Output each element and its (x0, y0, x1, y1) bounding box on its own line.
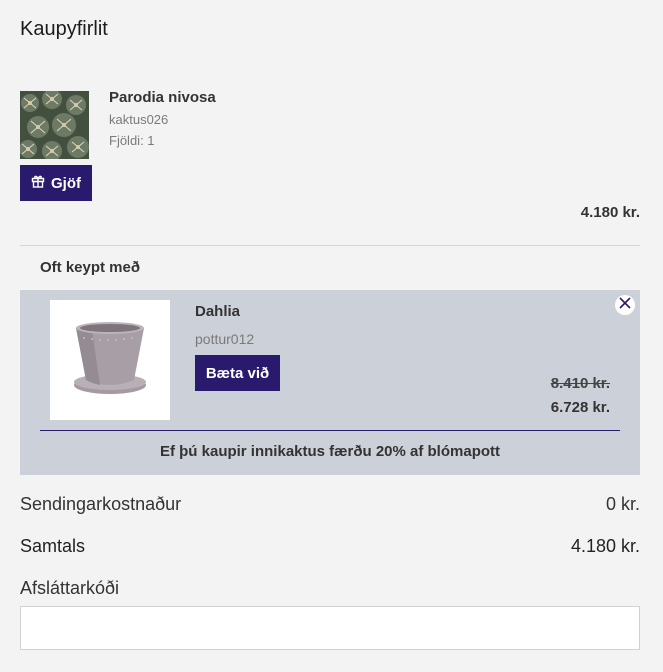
product-quantity: Fjöldi: 1 (109, 133, 155, 148)
discount-code-label: Afsláttarkóði (20, 578, 120, 598)
shipping-label: Sendingarkostnaður (20, 494, 182, 514)
total-value: 4.180 kr. (570, 536, 640, 556)
upsell-product-image (50, 300, 170, 420)
shipping-value: 0 kr. (605, 494, 640, 514)
cart-item: Parodia nivosa kaktus026 Fjöldi: 1 Gjöf … (20, 89, 640, 231)
upsell-new-price: 6.728 kr. (550, 399, 610, 416)
product-sku: kaktus026 (109, 112, 169, 127)
divider (20, 245, 640, 246)
upsell-old-price: 8.410 kr. (550, 375, 610, 392)
upsell-card: Dahlia pottur012 Bæta við 8.410 kr. 6.72… (20, 290, 640, 475)
close-button[interactable] (615, 295, 635, 315)
promo-text: Ef þú kaupir innikaktus færðu 20% af bló… (159, 443, 501, 460)
gift-button-label: Gjöf (51, 174, 81, 192)
gift-button[interactable]: Gjöf (20, 165, 92, 201)
product-price: 4.180 kr. (580, 204, 640, 221)
upsell-divider (40, 430, 620, 431)
gift-icon (31, 174, 45, 192)
upsell-product-name: Dahlia (195, 303, 241, 320)
upsell-section-title: Oft keypt með (40, 259, 141, 276)
product-name: Parodia nivosa (109, 89, 216, 106)
page-title: Kaupyfirlit (20, 18, 108, 40)
discount-code-input[interactable] (20, 606, 640, 650)
product-image (20, 91, 89, 159)
add-to-cart-button[interactable]: Bæta við (195, 355, 280, 391)
total-label: Samtals (20, 536, 86, 556)
upsell-product-sku: pottur012 (195, 331, 255, 347)
close-icon (619, 296, 631, 314)
